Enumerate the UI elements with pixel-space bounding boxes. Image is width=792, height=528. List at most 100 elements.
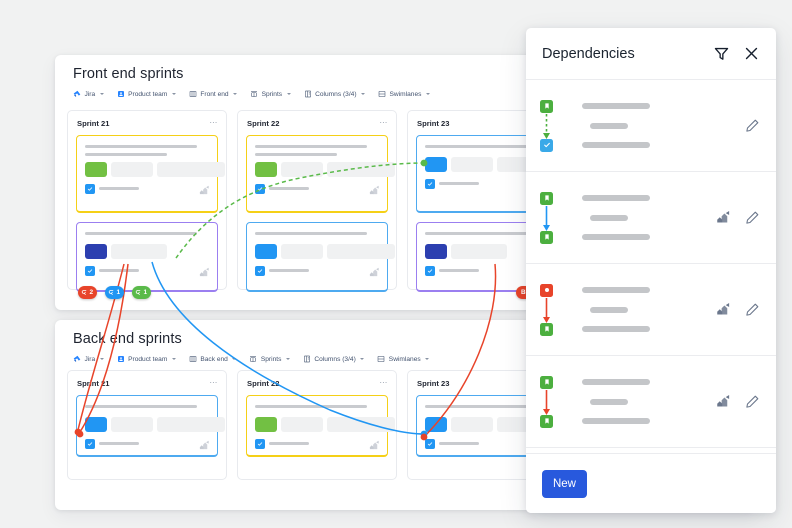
card-label-chip bbox=[425, 244, 447, 259]
board-title-front-end: Front end sprints bbox=[73, 66, 184, 82]
dependency-source-label bbox=[582, 102, 650, 109]
filter-label: Back end bbox=[200, 355, 228, 363]
card-placeholder-chip bbox=[111, 244, 167, 259]
filter-front-end[interactable]: Front end bbox=[189, 90, 238, 98]
filter-jira[interactable]: Jira bbox=[73, 355, 104, 363]
team-icon bbox=[117, 355, 125, 363]
dependency-list bbox=[526, 80, 776, 448]
filter-swimlanes[interactable]: Swimlanes bbox=[378, 90, 430, 98]
edit-pencil-icon[interactable] bbox=[745, 210, 760, 225]
issue-card[interactable] bbox=[76, 222, 218, 292]
card-placeholder-chip bbox=[111, 162, 153, 177]
dependency-arrow bbox=[543, 205, 550, 231]
edit-pencil-icon[interactable] bbox=[745, 118, 760, 133]
card-footer-line bbox=[99, 269, 139, 272]
jira-priority-icon[interactable] bbox=[716, 394, 731, 409]
issue-card[interactable] bbox=[246, 135, 395, 213]
jira-icon bbox=[73, 90, 81, 98]
filter-product-team[interactable]: Product team bbox=[117, 355, 176, 363]
dependency-target-icon bbox=[540, 138, 553, 152]
dependency-source-icon bbox=[540, 375, 553, 389]
card-placeholder-chip bbox=[327, 162, 395, 177]
card-placeholder-chip bbox=[327, 244, 395, 259]
jira-priority-icon[interactable] bbox=[716, 302, 731, 317]
badge-count: 1 bbox=[116, 289, 121, 296]
dependency-relation-label bbox=[590, 306, 628, 313]
issue-card[interactable] bbox=[246, 222, 395, 292]
dependency-source-icon bbox=[540, 283, 553, 297]
column-menu-button[interactable]: ⋯ bbox=[379, 119, 388, 127]
issue-card[interactable] bbox=[76, 395, 225, 457]
dependency-graph bbox=[526, 172, 582, 264]
dependency-row[interactable] bbox=[526, 80, 776, 172]
card-title-line bbox=[425, 405, 537, 409]
filter-product-team[interactable]: Product team bbox=[117, 90, 176, 98]
card-status-checkbox[interactable] bbox=[255, 184, 265, 194]
card-status-checkbox[interactable] bbox=[85, 439, 95, 449]
close-icon[interactable] bbox=[743, 45, 760, 62]
filter-label: Sprints bbox=[260, 355, 282, 363]
badge-count: 1 bbox=[143, 289, 148, 296]
edit-pencil-icon[interactable] bbox=[745, 302, 760, 317]
card-status-checkbox[interactable] bbox=[255, 439, 265, 449]
card-status-checkbox[interactable] bbox=[425, 266, 435, 276]
dependency-row[interactable] bbox=[526, 264, 776, 356]
dependency-count-badge-blocks[interactable]: 1 bbox=[105, 286, 125, 299]
column-menu-button[interactable]: ⋯ bbox=[379, 379, 388, 387]
card-status-checkbox[interactable] bbox=[255, 266, 265, 276]
issue-card[interactable] bbox=[76, 135, 225, 213]
dependency-row[interactable] bbox=[526, 356, 776, 448]
dependency-actions bbox=[700, 80, 776, 172]
column-sprint-21: Sprint 21 ⋯ bbox=[67, 370, 227, 480]
dependency-text-placeholders bbox=[582, 172, 700, 264]
card-status-checkbox[interactable] bbox=[85, 184, 95, 194]
filter-columns-3-4[interactable]: Columns (3/4) bbox=[303, 355, 365, 363]
dependency-actions bbox=[700, 356, 776, 448]
panel-header: Dependencies bbox=[526, 28, 776, 80]
filter-columns-3-4[interactable]: Columns (3/4) bbox=[304, 90, 366, 98]
dependency-count-badge-relates[interactable]: 1 bbox=[132, 286, 152, 299]
card-footer-line bbox=[99, 187, 139, 190]
filter-back-end[interactable]: Back end bbox=[189, 355, 237, 363]
filter-jira[interactable]: Jira bbox=[73, 90, 104, 98]
column-menu-button[interactable]: ⋯ bbox=[209, 379, 218, 387]
jira-priority-icon[interactable] bbox=[716, 210, 731, 225]
filter-icon[interactable] bbox=[713, 45, 730, 62]
card-status-checkbox[interactable] bbox=[85, 266, 95, 276]
card-status-checkbox[interactable] bbox=[425, 179, 435, 189]
priority-icon bbox=[199, 438, 210, 450]
filter-label: Swimlanes bbox=[388, 355, 421, 363]
card-label-chip bbox=[85, 244, 107, 259]
filter-label: Jira bbox=[84, 90, 96, 98]
dependency-source-icon bbox=[540, 191, 553, 205]
filter-label: Swimlanes bbox=[389, 90, 422, 98]
dependency-arrow bbox=[543, 113, 550, 139]
chevron-down-icon bbox=[285, 358, 290, 360]
column-menu-button[interactable]: ⋯ bbox=[209, 119, 218, 127]
dependency-count-badge-blocked-by[interactable]: 2 bbox=[78, 286, 98, 299]
card-title-line bbox=[255, 232, 367, 236]
card-footer-line bbox=[269, 269, 309, 272]
dependency-arrow bbox=[543, 297, 550, 323]
chevron-down-icon bbox=[286, 93, 291, 95]
edit-pencil-icon[interactable] bbox=[745, 394, 760, 409]
dependency-target-icon bbox=[540, 414, 553, 428]
filter-sprints[interactable]: Sprints bbox=[249, 355, 290, 363]
chevron-down-icon bbox=[99, 93, 104, 95]
priority-icon bbox=[199, 183, 210, 195]
new-dependency-button[interactable]: New bbox=[542, 469, 587, 498]
filter-sprints[interactable]: Sprints bbox=[250, 90, 291, 98]
card-status-checkbox[interactable] bbox=[425, 439, 435, 449]
card-title-line bbox=[85, 405, 197, 409]
card-label-chip bbox=[85, 162, 107, 177]
dependency-row[interactable] bbox=[526, 172, 776, 264]
dependency-graph bbox=[526, 356, 582, 448]
filter-swimlanes[interactable]: Swimlanes bbox=[377, 355, 430, 363]
dependency-arrow bbox=[543, 389, 550, 415]
dependency-relation-label bbox=[590, 398, 628, 405]
chevron-down-icon bbox=[360, 358, 365, 360]
column-title: Sprint 21 bbox=[77, 379, 110, 388]
card-placeholder-chip bbox=[451, 157, 493, 172]
issue-card[interactable] bbox=[246, 395, 395, 457]
filter-label: Product team bbox=[128, 90, 168, 98]
